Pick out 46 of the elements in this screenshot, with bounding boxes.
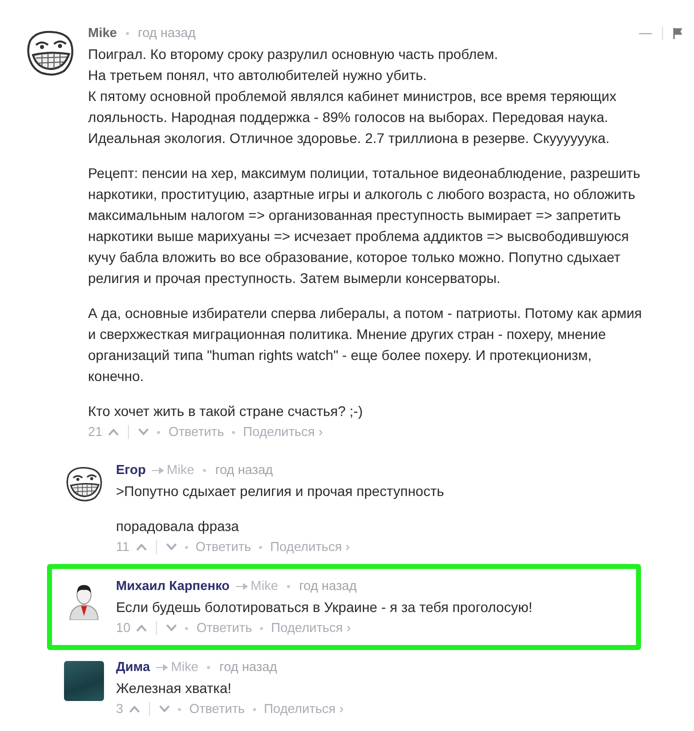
reply-arrow-icon: [156, 662, 168, 672]
reply-link[interactable]: Ответить: [168, 423, 224, 441]
author-name[interactable]: Михаил Карпенко: [116, 577, 230, 595]
vote-count: 21: [88, 423, 102, 441]
timestamp[interactable]: год назад: [138, 24, 196, 42]
upvote-chevron-icon[interactable]: [136, 543, 146, 551]
comment-text: Кто хочет жить в такой стране счастья? ;-): [88, 402, 364, 421]
author-name[interactable]: Дима: [116, 658, 150, 676]
reply-to-name[interactable]: Mike: [166, 461, 194, 479]
grinning-face-avatar[interactable]: [64, 464, 104, 504]
comment-text: >Попутно сдыхает религия и прочая преступность: [116, 482, 446, 501]
timestamp[interactable]: год назад: [299, 577, 357, 595]
vote-count: 3: [116, 700, 124, 718]
downvote-chevron-icon[interactable]: [138, 428, 150, 436]
comment-text: Железная хватка!: [116, 679, 232, 698]
share-link[interactable]: Поделиться ›: [271, 619, 351, 637]
comment-text: А да, основные избиратели сперва либералы, а потом - патриоты. Потому как армия и сверхжесткая миграционная политика. Мнение других стран - похеру, мнение организаций типа "human rights watch" - еще более похеру. И протекционизм, конечно.: [88, 304, 643, 386]
reply-to-name[interactable]: Mike: [170, 658, 198, 676]
upvote-chevron-icon[interactable]: [136, 624, 148, 632]
flag-icon[interactable]: [673, 28, 682, 38]
downvote-chevron-icon[interactable]: [166, 543, 176, 551]
author-name[interactable]: Егор: [116, 461, 146, 479]
reply-link[interactable]: Ответить: [196, 538, 252, 556]
collapse-button[interactable]: —: [639, 24, 652, 42]
comment-text: порадовала фраза: [116, 517, 240, 536]
photo-placeholder[interactable]: [64, 661, 104, 701]
upvote-chevron-icon[interactable]: [129, 705, 140, 713]
share-link[interactable]: Поделиться ›: [270, 538, 350, 556]
timestamp[interactable]: год назад: [219, 658, 278, 676]
comment-text: Если будешь болотироваться в Украине - я за тебя проголосую!: [116, 598, 534, 617]
vote-count: 11: [116, 538, 130, 556]
downvote-chevron-icon[interactable]: [166, 624, 178, 632]
reply-arrow-icon: [236, 582, 248, 590]
reply-link[interactable]: Ответить: [196, 619, 252, 637]
share-link[interactable]: Поделиться ›: [243, 423, 323, 441]
downvote-chevron-icon[interactable]: [159, 705, 170, 713]
reply-to-name[interactable]: Mike: [250, 577, 278, 595]
reply-arrow-icon: [152, 466, 164, 474]
comment-text: Рецепт: пенсии на хер, максимум полиции, тотальное видеонаблюдение, разрешить наркотики, проституцию, азартные игры и алкоголь с любого возраста, но обложить максимальным налогом => организованная преступность вымирает => запретить наркотики выше марихуаны => исчезает проблема аддиктов => высвободившуюся кучу бабла вложить во все образование, которое только можно. Попутно сдыхает религия и прочая преступность. Затем вымерли консерваторы.: [88, 164, 642, 288]
comment-text: Поиграл. Ко второму сроку разрулил основную часть проблем. На третьем понял, что автолюбителей нужно убить. К пятому основной проблемой являлся кабинет министров, все время теряющих лояльность. Народная поддержка - 89% голосов на выборах. Передовая наука. Идеальная экология. Отличное здоровье. 2.7 триллиона в резерве. Скуууууука.: [88, 45, 618, 148]
reply-link[interactable]: Ответить: [189, 700, 245, 718]
upvote-chevron-icon[interactable]: [108, 428, 120, 436]
timestamp[interactable]: год назад: [215, 461, 273, 479]
author-name[interactable]: Mike: [88, 24, 117, 42]
share-link[interactable]: Поделиться ›: [264, 700, 344, 718]
vote-count: 10: [116, 619, 130, 637]
